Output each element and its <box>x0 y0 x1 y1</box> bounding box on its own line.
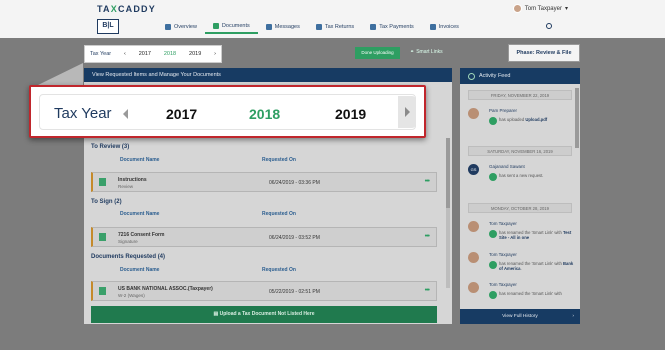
nav-tax-returns[interactable]: Tax Returns <box>308 20 362 34</box>
year-option-selected[interactable]: 2018 <box>249 106 280 122</box>
phase-badge: Phase: Review & File <box>508 44 580 62</box>
request-badge-icon <box>489 173 497 181</box>
chevron-right-icon: › <box>572 314 574 319</box>
nav-messages[interactable]: Messages <box>258 20 308 34</box>
taxcaddy-logo[interactable]: TAXCADDY <box>97 4 156 14</box>
activity-feed: Activity Feed FRIDAY, NOVEMBER 22, 2019 … <box>460 68 580 324</box>
nav-documents[interactable]: Documents <box>204 20 258 34</box>
user-name: Tom Taxpayer <box>524 5 562 12</box>
feed-link[interactable]: Upload.pdf <box>525 117 547 122</box>
chevron-left-icon[interactable]: ‹ <box>124 51 126 57</box>
column-header-date: Requested On <box>262 211 296 217</box>
document-badge-icon <box>489 117 497 125</box>
tax-payments-icon <box>370 24 377 30</box>
chevron-right-icon <box>405 107 410 117</box>
file-icon <box>99 233 106 241</box>
chevron-down-icon: ▾ <box>564 6 568 12</box>
more-options-icon[interactable]: ••• <box>425 233 430 240</box>
tax-returns-icon <box>315 24 322 30</box>
clock-icon <box>468 72 475 80</box>
more-options-icon[interactable]: ••• <box>425 178 430 185</box>
avatar: GS <box>468 164 479 175</box>
chevron-right-icon[interactable]: › <box>214 51 216 57</box>
tax-year-selector[interactable]: Tax Year ‹ 2017 2018 2019 › <box>84 45 222 63</box>
document-row[interactable]: Instructions Review 06/24/2019 - 03:36 P… <box>91 172 437 192</box>
more-options-icon[interactable]: ••• <box>425 287 430 294</box>
year-option[interactable]: 2017 <box>166 106 197 122</box>
column-header-date: Requested On <box>262 267 296 273</box>
file-icon <box>99 178 106 186</box>
avatar <box>468 108 479 119</box>
user-menu[interactable]: Tom Taxpayer ▾ <box>512 4 568 13</box>
invoices-icon <box>429 24 436 30</box>
section-title-to-review: To Review (3) <box>91 144 130 150</box>
documents-icon <box>212 23 219 29</box>
column-header-name: Document Name <box>120 157 160 163</box>
document-row[interactable]: 7216 Consent Form Signature 06/24/2019 -… <box>91 227 437 247</box>
panel-header: View Requested Items and Manage Your Doc… <box>84 68 452 82</box>
section-title-documents-requested: Documents Requested (4) <box>91 254 166 260</box>
messages-icon <box>265 24 272 30</box>
feed-date: FRIDAY, NOVEMBER 22, 2019 <box>468 90 572 100</box>
link-badge-icon <box>489 291 497 299</box>
file-icon <box>99 287 106 295</box>
link-badge-icon <box>489 230 497 238</box>
top-bar: TAXCADDY Tom Taxpayer ▾ B|L Overview Doc… <box>0 0 665 38</box>
document-row[interactable]: US BANK NATIONAL ASSOC.(Taxpayer) W-2 (W… <box>91 281 437 301</box>
main-nav: Overview Documents Messages Tax Returns … <box>157 20 467 34</box>
upload-icon: ▤ <box>213 311 219 317</box>
scrollbar-thumb[interactable] <box>446 138 450 208</box>
tax-year-label: Tax Year <box>90 51 112 57</box>
year-option[interactable]: 2019 <box>189 51 201 57</box>
tax-year-label: Tax Year <box>54 105 112 122</box>
feed-header: Activity Feed <box>460 68 580 84</box>
feed-scrollbar-thumb[interactable] <box>575 88 579 148</box>
nav-tax-payments[interactable]: Tax Payments <box>362 20 422 34</box>
next-year-button[interactable] <box>398 96 416 128</box>
home-icon <box>165 24 171 30</box>
nav-invoices[interactable]: Invoices <box>422 20 467 34</box>
link-icon: ⚭ <box>410 49 415 55</box>
section-title-to-sign: To Sign (2) <box>91 199 122 205</box>
smart-links-button[interactable]: ⚭ Smart Links <box>410 49 443 55</box>
chevron-left-icon[interactable] <box>123 109 128 119</box>
year-option[interactable]: 2019 <box>335 106 366 122</box>
year-option[interactable]: 2017 <box>139 51 151 57</box>
tax-year-callout: Tax Year 2017 2018 2019 <box>29 85 426 138</box>
column-header-date: Requested On <box>262 157 296 163</box>
callout-connector <box>38 63 83 85</box>
avatar <box>468 252 479 263</box>
search-icon[interactable] <box>546 23 552 29</box>
upload-other-document-button[interactable]: ▤ Upload a Tax Document Not Listed Here <box>91 306 437 323</box>
firm-logo: B|L <box>97 19 119 34</box>
view-full-history-button[interactable]: View Full History › <box>460 309 580 324</box>
nav-overview[interactable]: Overview <box>157 20 205 34</box>
avatar <box>468 282 479 293</box>
done-uploading-button[interactable]: Done Uploading <box>355 47 400 59</box>
year-option-selected[interactable]: 2018 <box>164 51 176 57</box>
column-header-name: Document Name <box>120 211 160 217</box>
feed-date: SATURDAY, NOVEMBER 16, 2019 <box>468 146 572 156</box>
avatar <box>468 221 479 232</box>
tax-year-selector-zoomed[interactable]: Tax Year 2017 2018 2019 <box>39 94 416 130</box>
feed-date: MONDAY, OCTOBER 28, 2019 <box>468 203 572 213</box>
link-badge-icon <box>489 261 497 269</box>
column-header-name: Document Name <box>120 267 160 273</box>
avatar <box>512 4 522 13</box>
